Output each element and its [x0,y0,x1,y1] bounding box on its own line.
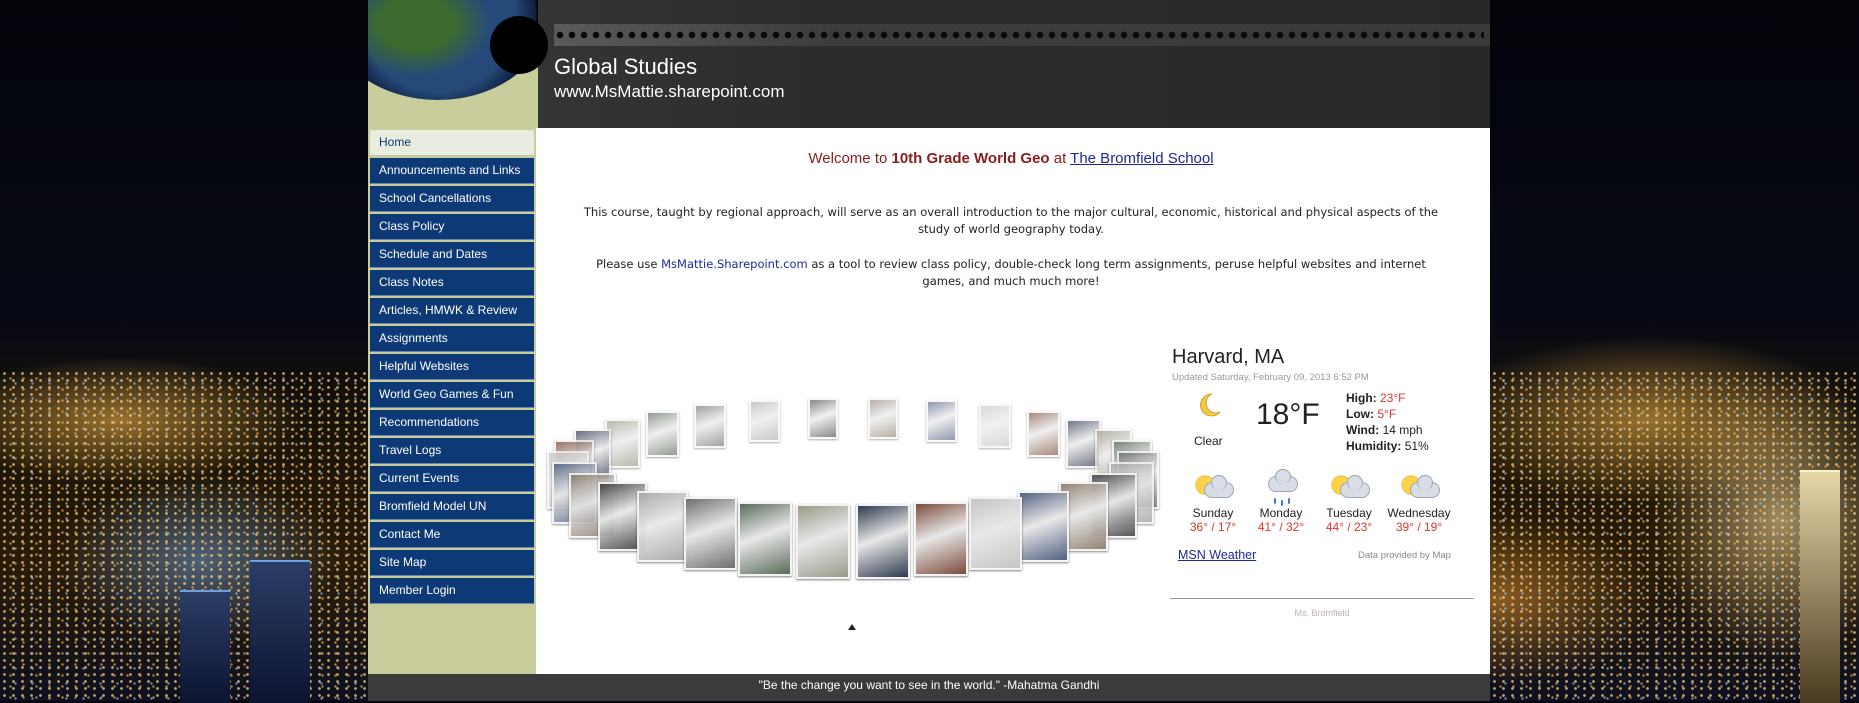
forecast-day: Tuesday 44° / 23° [1316,468,1382,534]
forecast-day-name: Tuesday [1326,506,1372,520]
photo-carousel[interactable] [546,378,1160,580]
sidebar-item-current-events[interactable]: Current Events [370,466,534,492]
carousel-up-arrow-icon[interactable] [848,624,856,630]
sidebar-item-class-notes[interactable]: Class Notes [370,270,534,296]
weather-provider: Data provided by Map [1358,550,1451,561]
usage-suffix: as a tool to review class policy, double… [807,257,1426,288]
partly-sunny-icon [1396,468,1442,506]
sidebar-item-assignments[interactable]: Assignments [370,326,534,352]
sidebar-item-helpful-websites[interactable]: Helpful Websites [370,354,534,380]
humidity-value: 51% [1404,439,1429,453]
wind-value: 14 mph [1382,423,1423,437]
usage-paragraph: Please use MsMattie.Sharepoint.com as a … [576,256,1446,290]
usage-prefix: Please use [596,257,662,271]
forecast-day-name: Sunday [1192,506,1234,520]
partly-sunny-icon [1190,468,1236,506]
school-link[interactable]: The Bromfield School [1070,150,1213,167]
moon-icon [1200,393,1221,417]
weather-faint-caption: Ms. Bromfield [1294,608,1350,618]
site-title: Global Studies [554,54,698,79]
welcome-heading: Welcome to 10th Grade World Geo at The B… [536,150,1486,167]
forecast-range: 41° / 32° [1257,520,1305,534]
welcome-prefix: Welcome to [808,150,892,167]
carousel-photo[interactable] [636,490,688,562]
current-temperature: 18°F [1256,398,1320,431]
carousel-photo[interactable] [867,397,898,440]
skyscraper-right [1800,470,1840,703]
carousel-photo[interactable] [969,497,1022,571]
sidebar-item-announcements[interactable]: Announcements and Links [370,158,534,184]
sidebar-item-recommendations[interactable]: Recommendations [370,410,534,436]
carousel-photo[interactable] [925,399,957,443]
forecast-day: Wednesday 39° / 19° [1386,468,1452,534]
forecast-range: 44° / 23° [1325,520,1373,534]
footer-quote: "Be the change you want to see in the wo… [368,674,1490,701]
carousel-photo[interactable] [694,404,727,449]
carousel-photo[interactable] [855,504,910,580]
main-content: Welcome to 10th Grade World Geo at The B… [536,128,1490,674]
forecast-range: 39° / 19° [1395,520,1443,534]
high-label: High: [1346,391,1377,405]
weather-stats: High: 23°F Low: 5°F Wind: 14 mph Humidit… [1346,390,1429,454]
welcome-mid: at [1049,150,1071,167]
sidebar-item-school-cancellations[interactable]: School Cancellations [370,186,534,212]
humidity-label: Humidity: [1346,439,1402,453]
skyscraper-left-2 [180,590,230,703]
header-circle-ornament [490,16,548,74]
sidebar-item-model-un[interactable]: Bromfield Model UN [370,494,534,520]
carousel-photo[interactable] [645,411,680,457]
site-header: Global Studies www.MsMattie.sharepoint.c… [368,0,1490,128]
weather-updated: Updated Saturday, February 09, 2013 6:52… [1172,372,1369,383]
current-condition: Clear [1194,434,1223,448]
carousel-photo[interactable] [807,397,839,440]
weather-widget: Harvard, MA Updated Saturday, February 0… [1170,346,1480,646]
partly-sunny-icon [1326,468,1372,506]
sidebar-item-travel-logs[interactable]: Travel Logs [370,438,534,464]
carousel-photo[interactable] [1018,490,1070,562]
sharepoint-link[interactable]: MsMattie.Sharepoint.com [661,257,808,271]
site-url: www.MsMattie.sharepoint.com [554,82,785,101]
high-value: 23°F [1380,391,1406,405]
page-container: Global Studies www.MsMattie.sharepoint.c… [368,0,1490,701]
sidebar-item-contact[interactable]: Contact Me [370,522,534,548]
welcome-course: 10th Grade World Geo [891,150,1050,167]
sidebar-item-articles[interactable]: Articles, HMWK & Review [370,298,534,324]
intro-paragraph: This course, taught by regional approach… [583,205,1439,236]
msn-weather-link[interactable]: MSN Weather [1178,548,1256,562]
forecast-day-name: Monday [1259,506,1303,520]
carousel-photo[interactable] [914,501,968,577]
sidebar-item-class-policy[interactable]: Class Policy [370,214,534,240]
carousel-photo[interactable] [796,504,851,580]
forecast-range: 36° / 17° [1189,520,1237,534]
forecast-day-name: Wednesday [1387,506,1451,520]
skyscraper-left [250,560,310,703]
weather-divider [1170,598,1474,599]
sidebar-item-schedule[interactable]: Schedule and Dates [370,242,534,268]
carousel-photo[interactable] [979,404,1012,449]
low-label: Low: [1346,407,1374,421]
weather-city: Harvard, MA [1172,346,1285,368]
sidebar-item-site-map[interactable]: Site Map [370,550,534,576]
forecast-day: Monday 41° / 32° [1248,468,1314,534]
carousel-photo[interactable] [738,501,792,577]
carousel-photo[interactable] [749,399,781,443]
forecast-day: Sunday 36° / 17° [1180,468,1246,534]
sidebar-item-member-login[interactable]: Member Login [370,578,534,604]
rain-icon [1258,468,1304,506]
sidebar-nav: Home Announcements and Links School Canc… [368,128,536,674]
carousel-photo[interactable] [684,497,737,571]
sidebar-item-games[interactable]: World Geo Games & Fun [370,382,534,408]
header-dots [554,30,1484,40]
wind-label: Wind: [1346,423,1380,437]
low-value: 5°F [1377,407,1397,421]
sidebar-item-home[interactable]: Home [370,130,534,156]
carousel-photo[interactable] [1026,411,1061,457]
